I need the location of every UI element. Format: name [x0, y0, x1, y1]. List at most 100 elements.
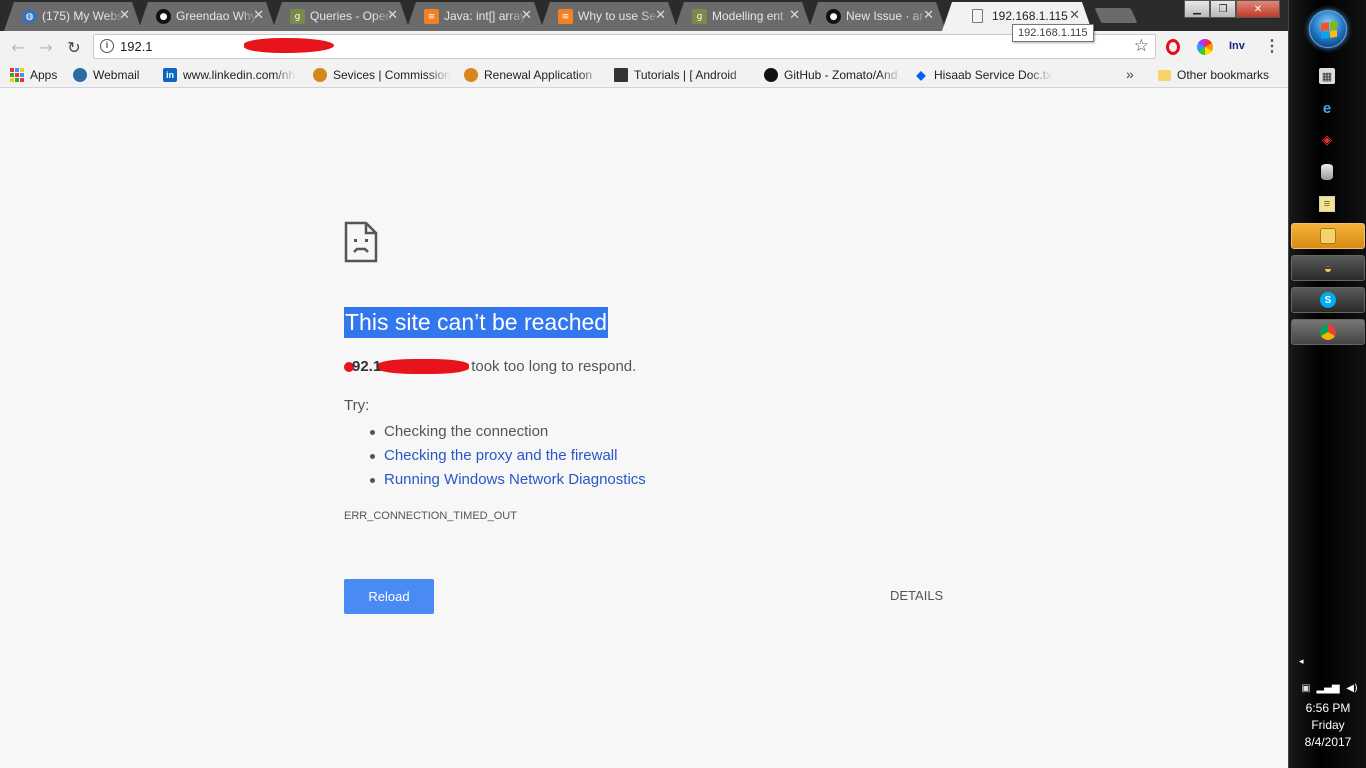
tab-greendao[interactable]: ● Greendao Why ✕ — [138, 2, 276, 31]
bookmark-label: www.linkedin.com/nh — [183, 68, 296, 82]
folder-icon — [1158, 69, 1171, 81]
bookmark-label: Webmail — [93, 68, 140, 82]
stackoverflow-icon: ≡ — [424, 9, 439, 24]
skype-icon: S — [1320, 292, 1336, 308]
tab-strip: ◍ (175) My Website ✕ ● Greendao Why ✕ g … — [0, 0, 1288, 31]
webmail-icon — [73, 68, 87, 82]
opera-extension-icon[interactable] — [1166, 39, 1180, 55]
windows-taskbar: ▦ e ◈ ≡ ◒ S ◂ ▣ ▂▄▆ ◀) 6:56 PM Friday 8/… — [1288, 0, 1366, 768]
address-bar[interactable]: i 192.1 ☆ — [93, 34, 1156, 59]
bookmark-apps[interactable]: Apps — [10, 67, 57, 83]
windows-logo-icon — [1321, 20, 1337, 40]
calendar-icon[interactable]: ▦ — [1319, 68, 1335, 84]
tab-why-to-use[interactable]: ≡ Why to use Se ✕ — [540, 2, 678, 31]
signal-icon[interactable]: ▂▄▆ — [1316, 681, 1339, 695]
linkedin-icon: in — [163, 68, 177, 82]
color-picker-extension-icon[interactable] — [1197, 39, 1213, 55]
error-code: ERR_CONNECTION_TIMED_OUT — [344, 510, 517, 522]
window-close-button[interactable]: ✕ — [1236, 0, 1280, 18]
error-message-text: took too long to respond. — [471, 358, 637, 375]
greenrobot-icon: g — [290, 9, 305, 24]
app-icon[interactable]: ◈ — [1319, 132, 1335, 148]
tab-new-issue[interactable]: ● New Issue · ar ✕ — [808, 2, 946, 31]
details-button[interactable]: DETAILS — [890, 588, 943, 603]
bookmark-label: Sevices | Commission — [333, 68, 451, 82]
info-icon[interactable]: i — [100, 39, 114, 53]
orange-seal-icon — [313, 68, 327, 82]
suggestion-network-diagnostics-link[interactable]: Running Windows Network Diagnostics — [370, 468, 646, 492]
bookmark-github-zomato[interactable]: GitHub - Zomato/And — [764, 67, 902, 83]
tab-title: (175) My Website — [42, 9, 126, 23]
clock-day: Friday — [1311, 718, 1345, 732]
url-tooltip: 192.168.1.115 — [1012, 24, 1094, 42]
reload-toolbar-button[interactable]: ↻ — [64, 37, 84, 57]
new-tab-button[interactable] — [1094, 8, 1138, 23]
tab-modelling[interactable]: g Modelling ent ✕ — [674, 2, 812, 31]
menu-icon[interactable]: ⋮ — [1264, 36, 1280, 56]
tab-title: Queries - Open — [310, 9, 393, 23]
bookmark-hisaab[interactable]: ◆ Hisaab Service Doc.tx — [914, 67, 1052, 83]
tab-java-array[interactable]: ≡ Java: int[] array ✕ — [406, 2, 544, 31]
bookmark-label: Other bookmarks — [1177, 68, 1270, 82]
bookmarks-overflow-button[interactable]: » — [1126, 66, 1134, 82]
other-bookmarks-folder[interactable]: Other bookmarks — [1158, 67, 1269, 83]
suggestion-proxy-firewall-link[interactable]: Checking the proxy and the firewall — [370, 444, 646, 468]
start-button[interactable] — [1309, 10, 1347, 48]
notepad-icon[interactable]: ≡ — [1319, 196, 1335, 212]
close-icon[interactable]: ✕ — [789, 8, 800, 23]
globe-icon: ◍ — [22, 9, 37, 24]
close-icon[interactable]: ✕ — [521, 8, 532, 23]
clock-time: 6:56 PM — [1305, 701, 1351, 715]
orange-seal-icon — [464, 68, 478, 82]
tab-title: Greendao Why — [176, 9, 257, 23]
system-clock[interactable]: 6:56 PM Friday 8/4/2017 — [1289, 700, 1366, 751]
github-icon: ● — [826, 9, 841, 24]
stackoverflow-icon: ≡ — [558, 9, 573, 24]
tutorials-icon — [614, 68, 628, 82]
close-icon[interactable]: ✕ — [1069, 8, 1080, 23]
volume-icon[interactable]: ◀) — [1345, 681, 1359, 695]
restore-button[interactable]: ❐ — [1210, 0, 1236, 18]
network-error-icon[interactable]: ▣ — [1299, 681, 1313, 695]
close-icon[interactable]: ✕ — [387, 8, 398, 23]
taskbar-skype[interactable]: S — [1291, 287, 1365, 313]
apps-grid-icon — [10, 68, 24, 82]
tab-queries[interactable]: g Queries - Open ✕ — [272, 2, 410, 31]
tab-my-website[interactable]: ◍ (175) My Website ✕ — [4, 2, 142, 31]
close-icon[interactable]: ✕ — [923, 8, 934, 23]
inv-extension-icon[interactable]: Inv — [1229, 40, 1245, 52]
bookmark-linkedin[interactable]: in www.linkedin.com/nh — [163, 67, 296, 83]
forward-button[interactable]: → — [36, 37, 56, 57]
suggestion-check-connection: Checking the connection — [370, 420, 646, 444]
dropbox-icon: ◆ — [916, 68, 926, 82]
redaction-mark — [377, 359, 470, 374]
internet-explorer-icon[interactable]: e — [1319, 100, 1335, 117]
bookmark-webmail[interactable]: Webmail — [73, 67, 139, 83]
taskbar-file-explorer[interactable] — [1291, 223, 1365, 249]
back-button[interactable]: ← — [8, 37, 28, 57]
close-icon[interactable]: ✕ — [655, 8, 666, 23]
close-icon[interactable]: ✕ — [253, 8, 264, 23]
show-hidden-icons-button[interactable]: ◂ — [1299, 657, 1304, 667]
database-icon[interactable] — [1321, 164, 1333, 180]
bookmark-label: GitHub - Zomato/And — [784, 68, 898, 82]
tab-title: New Issue · ar — [846, 9, 924, 23]
sad-page-icon — [344, 221, 378, 263]
try-label: Try: — [344, 397, 370, 414]
redaction-mark — [244, 38, 334, 53]
reload-button[interactable]: Reload — [344, 579, 434, 614]
file-explorer-icon — [1320, 228, 1336, 244]
taskbar-chrome[interactable] — [1291, 319, 1365, 345]
star-icon[interactable]: ☆ — [1134, 36, 1149, 56]
taskbar-android-studio[interactable]: ◒ — [1291, 255, 1365, 281]
error-title: This site can’t be reached — [344, 307, 609, 338]
chrome-icon — [1320, 324, 1336, 340]
bookmark-renewal[interactable]: Renewal Application — [464, 67, 602, 83]
close-icon[interactable]: ✕ — [119, 8, 130, 23]
greenrobot-icon: g — [692, 9, 707, 24]
minimize-button[interactable]: ▁ — [1184, 0, 1210, 18]
clock-date: 8/4/2017 — [1304, 735, 1352, 749]
bookmark-label: Renewal Application — [484, 68, 593, 82]
bookmark-tutorials[interactable]: Tutorials | [ Android — [614, 67, 752, 83]
bookmark-sevices[interactable]: Sevices | Commission — [313, 67, 451, 83]
